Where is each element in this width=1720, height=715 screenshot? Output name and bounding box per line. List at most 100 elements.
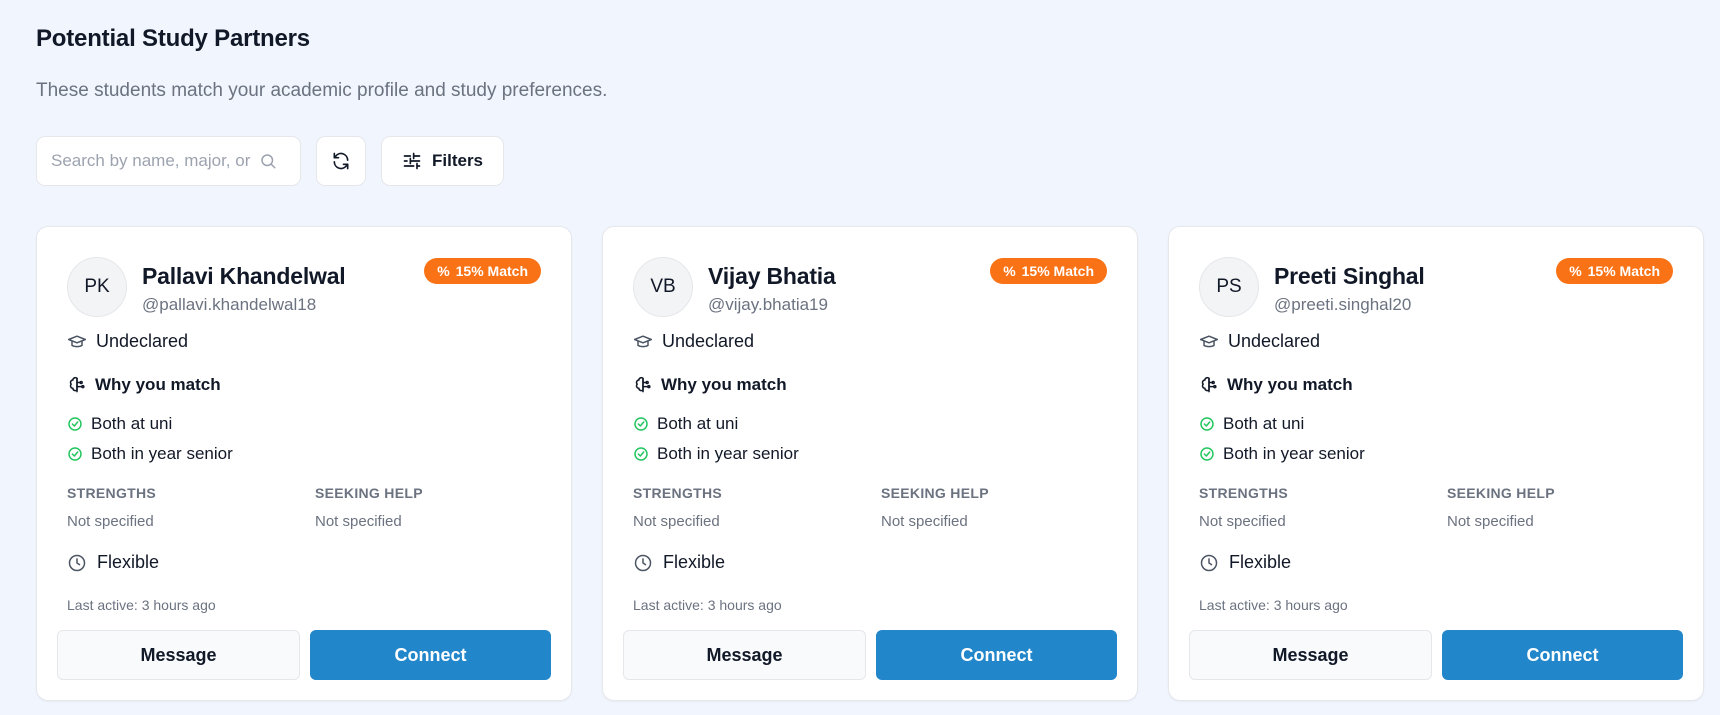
partner-handle: @preeti.singhal20 [1274, 295, 1412, 314]
match-reason: Both at uni [67, 409, 233, 439]
major-row: Undeclared [67, 331, 188, 352]
match-label: 15% Match [1587, 263, 1660, 279]
check-circle-icon [67, 416, 83, 432]
refresh-button[interactable] [316, 136, 366, 186]
clock-icon [67, 553, 87, 573]
availability-label: Flexible [1229, 552, 1292, 572]
partner-card: PS Preeti Singhal @preeti.singhal20 % 15… [1168, 226, 1704, 701]
match-reasons: Both at uni Both in year senior [1199, 409, 1365, 469]
match-reasons: Both at uni Both in year senior [633, 409, 799, 469]
message-button[interactable]: Message [57, 630, 300, 680]
strengths-block: STRENGTHS Not specified [1199, 485, 1288, 530]
partner-name: Preeti Singhal [1274, 263, 1425, 289]
major-label: Undeclared [96, 331, 189, 351]
partner-card: PK Pallavi Khandelwal @pallavi.khandelwa… [36, 226, 572, 701]
last-active: Last active: 3 hours ago [67, 597, 216, 613]
seeking-help-block: SEEKING HELP Not specified [315, 485, 423, 530]
match-reason: Both at uni [1199, 409, 1365, 439]
partner-handle: @vijay.bhatia19 [708, 295, 828, 314]
connect-button[interactable]: Connect [310, 630, 551, 680]
check-circle-icon [1199, 416, 1215, 432]
check-circle-icon [633, 446, 649, 462]
percent-icon: % [437, 263, 450, 279]
search-box[interactable] [36, 136, 301, 186]
match-reason-label: Both in year senior [91, 444, 233, 463]
match-reason: Both in year senior [633, 439, 799, 469]
match-badge: % 15% Match [990, 258, 1107, 284]
avatar: VB [633, 257, 693, 317]
match-reason: Both at uni [633, 409, 799, 439]
partner-name: Pallavi Khandelwal [142, 263, 346, 289]
seeking-help-block: SEEKING HELP Not specified [881, 485, 989, 530]
match-reasons: Both at uni Both in year senior [67, 409, 233, 469]
seeking-help-block: SEEKING HELP Not specified [1447, 485, 1555, 530]
partner-card: VB Vijay Bhatia @vijay.bhatia19 % 15% Ma… [602, 226, 1138, 701]
strengths-value: Not specified [633, 513, 720, 530]
check-circle-icon [1199, 446, 1215, 462]
check-circle-icon [67, 446, 83, 462]
why-you-match-title: Why you match [67, 375, 221, 395]
study-partners-page: Potential Study Partners These students … [0, 0, 1720, 715]
match-reason-label: Both in year senior [657, 444, 799, 463]
major-row: Undeclared [633, 331, 754, 352]
graduation-cap-icon [633, 332, 653, 352]
match-badge: % 15% Match [424, 258, 541, 284]
seeking-help-label: SEEKING HELP [315, 485, 423, 501]
message-button[interactable]: Message [1189, 630, 1432, 680]
seeking-help-value: Not specified [315, 513, 402, 530]
major-row: Undeclared [1199, 331, 1320, 352]
strengths-value: Not specified [1199, 513, 1286, 530]
match-label: 15% Match [455, 263, 528, 279]
seeking-help-label: SEEKING HELP [881, 485, 989, 501]
graduation-cap-icon [67, 332, 87, 352]
card-actions: Message Connect [1189, 630, 1683, 680]
check-circle-icon [633, 416, 649, 432]
connect-button[interactable]: Connect [876, 630, 1117, 680]
major-label: Undeclared [662, 331, 755, 351]
match-badge: % 15% Match [1556, 258, 1673, 284]
availability-label: Flexible [97, 552, 160, 572]
last-active: Last active: 3 hours ago [633, 597, 782, 613]
percent-icon: % [1569, 263, 1582, 279]
last-active: Last active: 3 hours ago [1199, 597, 1348, 613]
strengths-block: STRENGTHS Not specified [633, 485, 722, 530]
match-reason-label: Both at uni [657, 414, 739, 433]
match-reason: Both in year senior [67, 439, 233, 469]
avatar: PS [1199, 257, 1259, 317]
brain-icon [67, 375, 87, 395]
match-reason-label: Both in year senior [1223, 444, 1365, 463]
availability-label: Flexible [663, 552, 726, 572]
strengths-value: Not specified [67, 513, 154, 530]
clock-icon [1199, 553, 1219, 573]
why-you-match-label: Why you match [1227, 375, 1353, 394]
brain-icon [1199, 375, 1219, 395]
match-reason-label: Both at uni [91, 414, 173, 433]
partner-handle: @pallavi.khandelwal18 [142, 295, 317, 314]
strengths-label: STRENGTHS [1199, 485, 1289, 501]
availability-row: Flexible [633, 552, 725, 573]
page-subtitle: These students match your academic profi… [36, 80, 608, 101]
strengths-label: STRENGTHS [633, 485, 723, 501]
match-reason: Both in year senior [1199, 439, 1365, 469]
why-you-match-title: Why you match [633, 375, 787, 395]
avatar: PK [67, 257, 127, 317]
why-you-match-label: Why you match [661, 375, 787, 394]
filters-button[interactable]: Filters [381, 136, 505, 186]
seeking-help-label: SEEKING HELP [1447, 485, 1555, 501]
search-input[interactable] [51, 151, 251, 171]
search-icon [259, 152, 277, 170]
strengths-block: STRENGTHS Not specified [67, 485, 156, 530]
refresh-icon [331, 151, 351, 171]
message-button[interactable]: Message [623, 630, 866, 680]
page-title: Potential Study Partners [36, 25, 310, 52]
seeking-help-value: Not specified [881, 513, 968, 530]
connect-button[interactable]: Connect [1442, 630, 1683, 680]
match-reason-label: Both at uni [1223, 414, 1305, 433]
sliders-icon [402, 151, 422, 171]
card-actions: Message Connect [57, 630, 551, 680]
why-you-match-title: Why you match [1199, 375, 1353, 395]
brain-icon [633, 375, 653, 395]
card-actions: Message Connect [623, 630, 1117, 680]
match-label: 15% Match [1021, 263, 1094, 279]
partner-cards: PK Pallavi Khandelwal @pallavi.khandelwa… [36, 226, 1704, 701]
